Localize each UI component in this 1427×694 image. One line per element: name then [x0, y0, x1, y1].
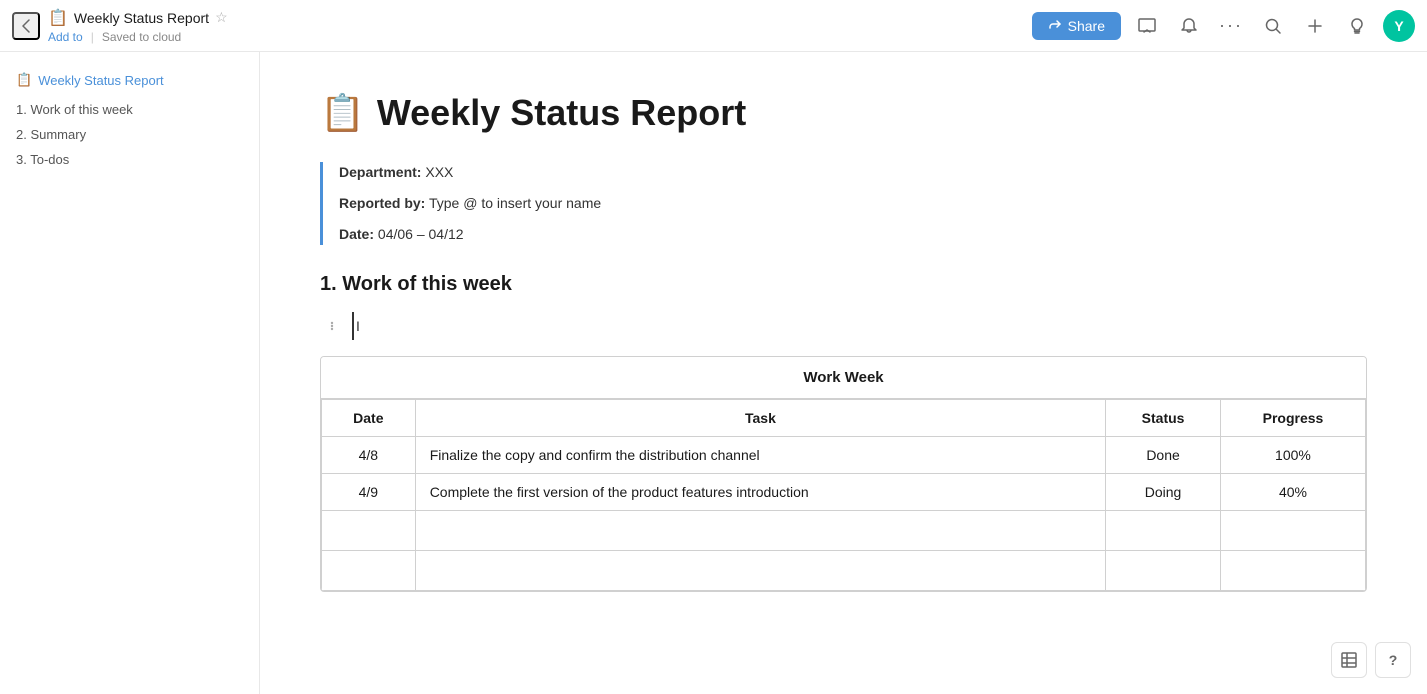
col-date: Date: [322, 400, 416, 437]
cell-date-1: 4/9: [322, 474, 416, 511]
table-row: 4/8 Finalize the copy and confirm the di…: [322, 437, 1366, 474]
block-action-button[interactable]: [320, 314, 344, 338]
sidebar-doc-title: Weekly Status Report: [38, 73, 163, 88]
cell-status-0: Done: [1106, 437, 1221, 474]
search-button[interactable]: [1257, 10, 1289, 42]
info-block: Department: XXX Reported by: Type @ to i…: [320, 162, 1367, 245]
date-val: 04/06 – 04/12: [378, 226, 464, 242]
table-title: Work Week: [321, 357, 1366, 399]
cell-task-0: Finalize the copy and confirm the distri…: [415, 437, 1106, 474]
cell-progress-1: 40%: [1220, 474, 1365, 511]
cell-date-3: [322, 551, 416, 591]
sidebar-item-work[interactable]: 1. Work of this week: [16, 100, 243, 119]
cell-progress-3: [1220, 551, 1365, 591]
cell-status-2: [1106, 511, 1221, 551]
topbar-meta: Add to | Saved to cloud: [48, 30, 228, 44]
doc-icon: 📋: [48, 8, 68, 28]
sidebar-item-todos[interactable]: 3. To-dos: [16, 150, 243, 169]
text-input-row: I: [320, 312, 1367, 340]
cell-progress-2: [1220, 511, 1365, 551]
reported-by-label: Reported by:: [339, 195, 425, 211]
bulb-button[interactable]: [1341, 10, 1373, 42]
cell-task-3: [415, 551, 1106, 591]
sidebar-doc-link[interactable]: 📋 Weekly Status Report: [16, 72, 243, 88]
cell-status-1: Doing: [1106, 474, 1221, 511]
date-row: Date: 04/06 – 04/12: [339, 224, 1367, 245]
heading-text: Weekly Status Report: [377, 92, 746, 134]
topbar-right: Share ··· Y: [1032, 10, 1415, 42]
saved-status: Saved to cloud: [102, 30, 181, 44]
department-label: Department:: [339, 164, 421, 180]
star-icon[interactable]: ☆: [215, 9, 228, 26]
table-row: [322, 551, 1366, 591]
reported-by-val: Type @ to insert your name: [429, 195, 601, 211]
cell-date-0: 4/8: [322, 437, 416, 474]
cell-task-2: [415, 511, 1106, 551]
sidebar-item-summary[interactable]: 2. Summary: [16, 125, 243, 144]
table-row: 4/9 Complete the first version of the pr…: [322, 474, 1366, 511]
topbar-title-area: 📋 Weekly Status Report ☆ Add to | Saved …: [48, 8, 228, 44]
date-label: Date:: [339, 226, 374, 242]
sidebar-nav: 1. Work of this week 2. Summary 3. To-do…: [16, 100, 243, 169]
cell-task-1: Complete the first version of the produc…: [415, 474, 1106, 511]
share-button[interactable]: Share: [1032, 12, 1121, 40]
topbar-left: 📋 Weekly Status Report ☆ Add to | Saved …: [12, 8, 228, 44]
bell-button[interactable]: [1173, 10, 1205, 42]
help-button[interactable]: ?: [1375, 642, 1411, 678]
add-to-link[interactable]: Add to: [48, 30, 83, 44]
department-val: XXX: [425, 164, 453, 180]
table-icon-button[interactable]: [1331, 642, 1367, 678]
present-button[interactable]: [1131, 10, 1163, 42]
col-progress: Progress: [1220, 400, 1365, 437]
reported-by-row: Reported by: Type @ to insert your name: [339, 193, 1367, 214]
cell-date-2: [322, 511, 416, 551]
share-label: Share: [1068, 18, 1105, 34]
heading-icon: 📋: [320, 92, 365, 134]
sidebar: 📋 Weekly Status Report 1. Work of this w…: [0, 52, 260, 694]
col-status: Status: [1106, 400, 1221, 437]
main-content: 📋 Weekly Status Report Department: XXX R…: [260, 52, 1427, 694]
col-task: Task: [415, 400, 1106, 437]
avatar[interactable]: Y: [1383, 10, 1415, 42]
back-button[interactable]: [12, 12, 40, 40]
department-row: Department: XXX: [339, 162, 1367, 183]
topbar: 📋 Weekly Status Report ☆ Add to | Saved …: [0, 0, 1427, 52]
bottom-right-actions: ?: [1331, 642, 1411, 678]
doc-title: Weekly Status Report: [74, 10, 209, 26]
cursor-indicator: I: [356, 318, 360, 334]
more-button[interactable]: ···: [1215, 10, 1247, 42]
sidebar-doc-icon: 📋: [16, 72, 32, 88]
table-row: [322, 511, 1366, 551]
help-icon: ?: [1389, 652, 1398, 668]
cell-progress-0: 100%: [1220, 437, 1365, 474]
work-week-table: Work Week Date Task Status Progress 4/8 …: [320, 356, 1367, 592]
layout: 📋 Weekly Status Report 1. Work of this w…: [0, 0, 1427, 694]
doc-heading: 📋 Weekly Status Report: [320, 92, 1367, 134]
section1-heading: 1. Work of this week: [320, 273, 1367, 296]
data-table: Date Task Status Progress 4/8 Finalize t…: [321, 399, 1366, 591]
text-cursor-area[interactable]: I: [352, 312, 1367, 340]
cell-status-3: [1106, 551, 1221, 591]
add-button[interactable]: [1299, 10, 1331, 42]
